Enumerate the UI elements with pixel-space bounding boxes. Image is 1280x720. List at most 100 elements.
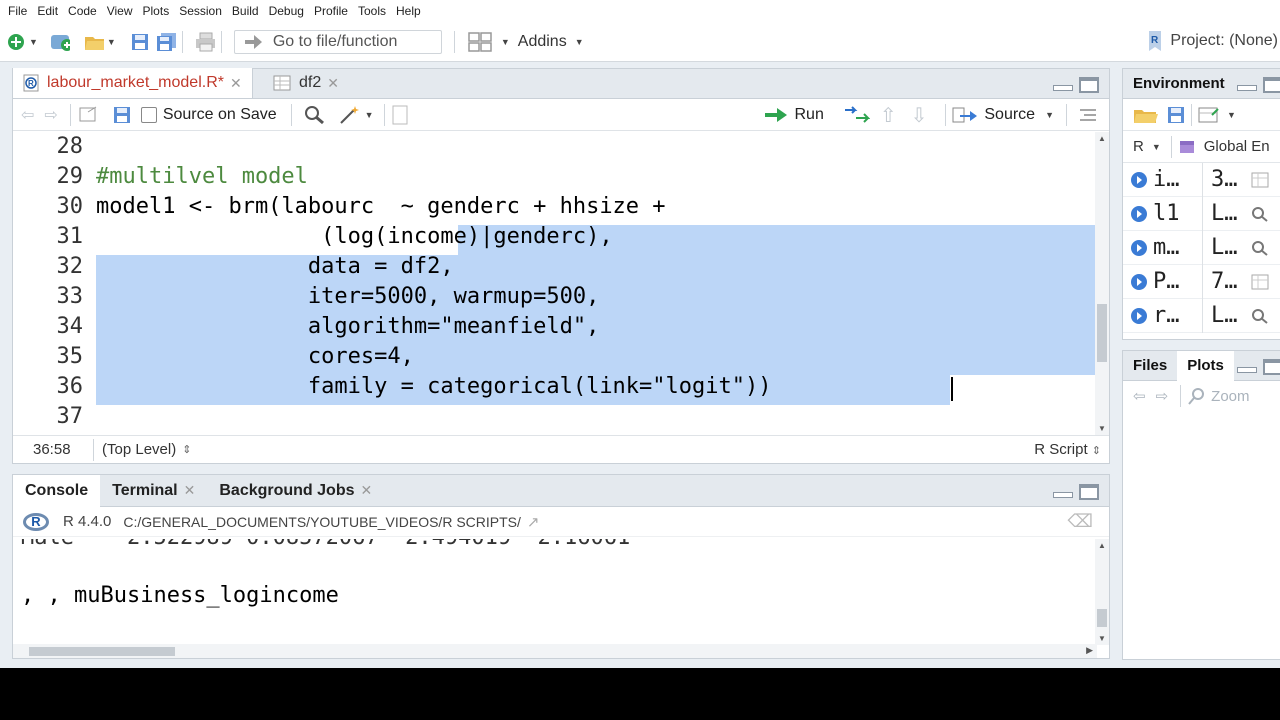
menu-debug[interactable]: Debug [265, 4, 308, 18]
tab-background-jobs[interactable]: Background Jobs ✕ [207, 475, 384, 507]
tab-console[interactable]: Console [13, 474, 101, 507]
editor-vertical-scrollbar[interactable]: ▲ ▼ [1095, 132, 1109, 435]
chevron-down-icon[interactable]: ▼ [1152, 142, 1161, 152]
open-folder-icon[interactable] [1133, 105, 1159, 125]
close-icon[interactable]: ✕ [184, 482, 196, 499]
source-on-save-label: Source on Save [162, 105, 277, 123]
file-type-selector[interactable]: R Script ⇕ [1034, 441, 1101, 458]
project-menu[interactable]: R Project: (None) [1146, 30, 1278, 52]
clear-console-icon[interactable]: ⌫ [1068, 511, 1093, 532]
code-area[interactable]: 28 29 30 31 32 33 34 35 36 37 #multilvel… [13, 132, 1109, 435]
menu-code[interactable]: Code [64, 4, 101, 18]
env-row[interactable]: l1 L… [1123, 196, 1280, 231]
source-icon[interactable] [952, 106, 978, 124]
search-icon[interactable] [1251, 206, 1269, 222]
search-icon[interactable] [1251, 308, 1269, 324]
tab-files[interactable]: Files [1123, 351, 1177, 381]
menu-build[interactable]: Build [228, 4, 263, 18]
menu-plots[interactable]: Plots [139, 4, 174, 18]
goto-directory-icon[interactable]: ↗ [527, 513, 540, 531]
import-dataset-icon[interactable] [1198, 106, 1224, 124]
run-button[interactable]: Run [794, 106, 823, 124]
search-icon[interactable] [304, 105, 326, 125]
close-icon[interactable]: ✕ [361, 482, 373, 499]
source-button[interactable]: Source [984, 106, 1035, 124]
menu-view[interactable]: View [103, 4, 137, 18]
env-row[interactable]: r… L… [1123, 298, 1280, 333]
minimize-icon[interactable] [1053, 484, 1073, 498]
up-arrow-icon[interactable]: ⇧ [880, 103, 897, 128]
tab-labour-market-model[interactable]: R labour_market_model.R* ✕ [13, 68, 253, 98]
console-vertical-scrollbar[interactable]: ▲ ▼ [1095, 539, 1109, 645]
menu-edit[interactable]: Edit [33, 4, 62, 18]
expand-icon[interactable] [1131, 171, 1147, 188]
tab-terminal[interactable]: Terminal ✕ [100, 475, 207, 507]
language-selector[interactable]: R [1133, 138, 1144, 155]
chevron-down-icon[interactable]: ▼ [575, 37, 584, 47]
table-icon[interactable] [1251, 274, 1269, 290]
new-project-icon[interactable] [50, 32, 70, 52]
magic-wand-icon[interactable] [338, 105, 362, 125]
chevron-down-icon[interactable]: ▼ [501, 37, 510, 47]
back-icon[interactable]: ⇦ [1133, 387, 1146, 405]
compile-report-icon[interactable] [391, 105, 409, 125]
menu-profile[interactable]: Profile [310, 4, 352, 18]
expand-icon[interactable] [1131, 239, 1147, 256]
env-row[interactable]: P… 7… [1123, 264, 1280, 299]
grid-layout-icon[interactable] [467, 31, 493, 52]
search-icon[interactable] [1251, 240, 1269, 256]
down-arrow-icon[interactable]: ⇩ [911, 103, 928, 128]
global-env-selector[interactable]: Global En [1204, 138, 1270, 155]
close-icon[interactable]: ✕ [230, 75, 242, 92]
menu-help[interactable]: Help [392, 4, 425, 18]
show-in-window-icon[interactable] [79, 106, 99, 124]
print-icon[interactable] [195, 32, 215, 52]
minimize-icon[interactable] [1237, 77, 1257, 91]
outline-icon[interactable] [1079, 108, 1097, 122]
source-on-save-checkbox[interactable] [140, 106, 157, 123]
zoom-icon[interactable] [1187, 387, 1207, 405]
chevron-down-icon[interactable]: ▼ [29, 37, 38, 47]
console-horizontal-scrollbar[interactable]: ▶ [13, 644, 1097, 658]
chevron-down-icon[interactable]: ▼ [365, 110, 374, 120]
tab-df2[interactable]: df2 ✕ [263, 68, 349, 98]
forward-icon[interactable]: ⇨ [1156, 387, 1169, 405]
expand-icon[interactable] [1131, 205, 1147, 222]
tab-environment[interactable]: Environment [1133, 75, 1225, 92]
new-file-icon[interactable] [6, 32, 26, 52]
close-icon[interactable]: ✕ [327, 75, 339, 92]
expand-icon[interactable] [1131, 273, 1147, 290]
run-arrow-icon[interactable] [764, 106, 790, 124]
save-all-icon[interactable] [156, 32, 176, 52]
save-icon[interactable] [1167, 106, 1185, 124]
expand-icon[interactable] [1131, 307, 1147, 324]
env-row[interactable]: m… L… [1123, 230, 1280, 265]
chevron-down-icon[interactable]: ▼ [107, 37, 116, 47]
open-folder-icon[interactable] [84, 32, 104, 52]
maximize-icon[interactable] [1263, 77, 1280, 93]
addins-menu[interactable]: Addins [518, 33, 567, 51]
env-row[interactable]: i… 3… [1123, 162, 1280, 197]
menu-file[interactable]: File [4, 4, 31, 18]
goto-file-function-input[interactable]: Go to file/function [233, 29, 442, 54]
zoom-button[interactable]: Zoom [1211, 388, 1249, 405]
forward-icon[interactable]: ⇨ [44, 105, 57, 125]
chevron-down-icon[interactable]: ▼ [1227, 110, 1236, 120]
maximize-icon[interactable] [1079, 484, 1099, 500]
maximize-icon[interactable] [1079, 77, 1099, 93]
working-directory[interactable]: C:/GENERAL_DOCUMENTS/YOUTUBE_VIDEOS/R SC… [123, 514, 521, 530]
save-icon[interactable] [113, 106, 131, 124]
save-icon[interactable] [130, 32, 150, 52]
chevron-down-icon[interactable]: ▼ [1045, 110, 1054, 120]
minimize-icon[interactable] [1053, 77, 1073, 91]
maximize-icon[interactable] [1263, 359, 1280, 375]
menu-session[interactable]: Session [175, 4, 226, 18]
minimize-icon[interactable] [1237, 359, 1257, 373]
console-output[interactable]: Male 2.522989 0.08572067 2.494019 2.1606… [13, 539, 1093, 643]
rerun-icon[interactable] [844, 106, 870, 124]
table-icon[interactable] [1251, 172, 1269, 188]
tab-plots[interactable]: Plots [1177, 350, 1234, 381]
scope-selector[interactable]: (Top Level) [94, 441, 176, 458]
menu-tools[interactable]: Tools [354, 4, 390, 18]
back-icon[interactable]: ⇦ [21, 105, 34, 125]
